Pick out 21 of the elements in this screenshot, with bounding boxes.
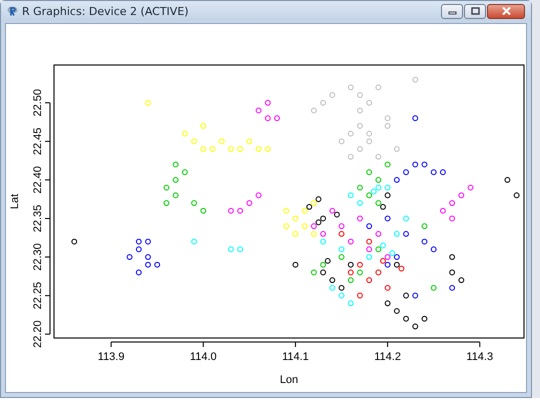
minimize-button[interactable] <box>441 4 463 18</box>
maximize-icon <box>470 7 480 15</box>
y-tick-label: 22.25 <box>32 282 44 310</box>
y-tick-label: 22.35 <box>32 204 44 232</box>
maximize-button[interactable] <box>464 4 486 18</box>
close-button[interactable] <box>487 4 525 18</box>
x-axis-title: Lon <box>280 374 298 386</box>
y-tick-label: 22.30 <box>32 243 44 271</box>
x-tick-label: 113.9 <box>98 351 124 363</box>
y-axis-title: Lat <box>9 194 21 210</box>
y-tick-label: 22.40 <box>32 166 44 194</box>
x-tick-label: 114.0 <box>190 351 217 363</box>
x-tick-label: 114.2 <box>374 351 401 363</box>
x-tick-label: 114.3 <box>466 351 494 363</box>
y-tick-label: 22.20 <box>32 320 44 348</box>
app-logo-icon <box>7 6 18 16</box>
y-tick-label: 22.45 <box>32 128 44 156</box>
y-tick-label: 22.50 <box>32 89 44 117</box>
x-tick-label: 114.1 <box>282 351 309 363</box>
close-icon <box>502 7 510 15</box>
window-title: R Graphics: Device 2 (ACTIVE) <box>22 4 189 18</box>
